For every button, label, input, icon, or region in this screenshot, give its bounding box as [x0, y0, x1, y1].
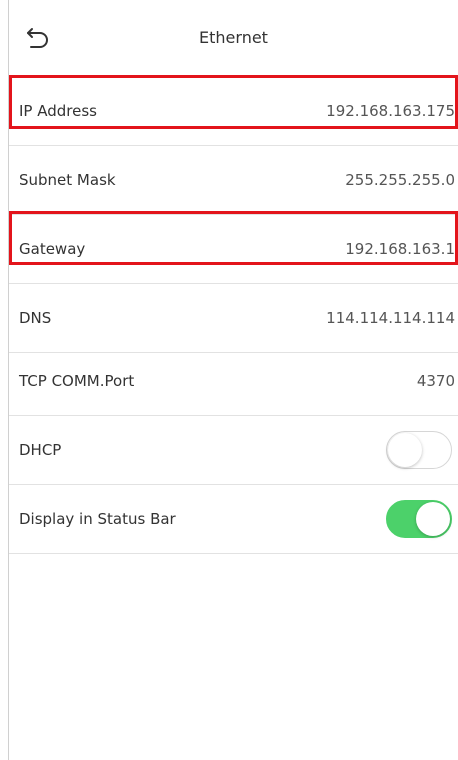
subnet-mask-label: Subnet Mask [19, 171, 116, 189]
subnet-mask-value: 255.255.255.0 [345, 171, 455, 189]
dns-value: 114.114.114.114 [326, 309, 455, 327]
gateway-value: 192.168.163.1 [345, 240, 455, 258]
tcp-comm-port-row[interactable]: TCP COMM.Port 4370 [9, 347, 458, 416]
dns-label: DNS [19, 309, 52, 327]
dhcp-toggle[interactable] [386, 431, 452, 469]
ip-address-label: IP Address [19, 102, 97, 120]
dns-row[interactable]: DNS 114.114.114.114 [9, 284, 458, 353]
tcp-comm-port-value: 4370 [416, 372, 455, 390]
header-bar: Ethernet [9, 0, 458, 78]
ip-address-row[interactable]: IP Address 192.168.163.175 [9, 77, 458, 146]
tcp-comm-port-label: TCP COMM.Port [19, 372, 135, 390]
display-status-bar-toggle[interactable] [386, 500, 452, 538]
toggle-knob [388, 433, 422, 467]
gateway-row[interactable]: Gateway 192.168.163.1 [9, 215, 458, 284]
display-status-bar-label: Display in Status Bar [19, 510, 176, 528]
ethernet-settings-screen: Ethernet IP Address 192.168.163.175 Subn… [0, 0, 458, 760]
subnet-mask-row[interactable]: Subnet Mask 255.255.255.0 [9, 146, 458, 215]
ip-address-value: 192.168.163.175 [326, 102, 455, 120]
page-title: Ethernet [199, 28, 268, 47]
display-status-bar-row[interactable]: Display in Status Bar [9, 485, 458, 554]
dhcp-label: DHCP [19, 441, 62, 459]
toggle-knob [416, 502, 450, 536]
dhcp-row[interactable]: DHCP [9, 416, 458, 485]
gateway-label: Gateway [19, 240, 86, 258]
